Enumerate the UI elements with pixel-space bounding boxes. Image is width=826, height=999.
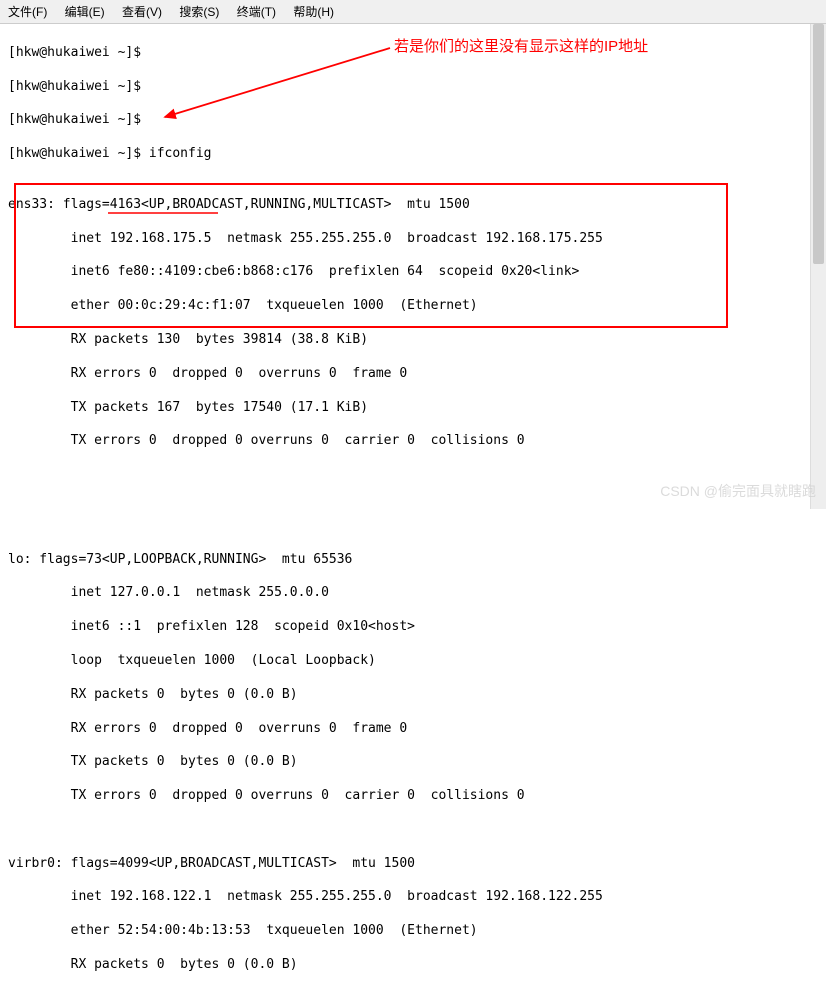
lo-loop: loop txqueuelen 1000 (Local Loopback)	[8, 653, 818, 670]
lo-inet6: inet6 ::1 prefixlen 128 scopeid 0x10<hos…	[8, 619, 818, 636]
virbr0-ether: ether 52:54:00:4b:13:53 txqueuelen 1000 …	[8, 923, 818, 940]
vertical-scrollbar[interactable]	[810, 24, 826, 509]
virbr0-rx-packets: RX packets 0 bytes 0 (0.0 B)	[8, 957, 818, 974]
menubar: 文件(F) 编辑(E) 查看(V) 搜索(S) 终端(T) 帮助(H)	[0, 0, 826, 24]
prompt-line: [hkw@hukaiwei ~]$	[8, 112, 818, 129]
menu-search[interactable]: 搜索(S)	[179, 5, 219, 19]
lo-tx-errors: TX errors 0 dropped 0 overruns 0 carrier…	[8, 788, 818, 805]
ens33-inet6: inet6 fe80::4109:cbe6:b868:c176 prefixle…	[8, 264, 818, 281]
blank-line	[8, 822, 818, 839]
virbr0-flags: virbr0: flags=4099<UP,BROADCAST,MULTICAS…	[8, 856, 818, 873]
prompt-command-ifconfig: [hkw@hukaiwei ~]$ ifconfig	[8, 146, 818, 163]
menu-terminal[interactable]: 终端(T)	[237, 5, 276, 19]
ens33-inet: inet 192.168.175.5 netmask 255.255.255.0…	[8, 231, 818, 248]
menu-view[interactable]: 查看(V)	[122, 5, 162, 19]
ifconfig-output: ens33: flags=4163<UP,BROADCAST,RUNNING,M…	[8, 180, 818, 501]
scrollbar-thumb[interactable]	[813, 24, 824, 264]
watermark: CSDN @偷完面具就瞎跑	[660, 481, 816, 501]
ens33-ether: ether 00:0c:29:4c:f1:07 txqueuelen 1000 …	[8, 298, 818, 315]
prompt-line: [hkw@hukaiwei ~]$	[8, 79, 818, 96]
menu-file[interactable]: 文件(F)	[8, 5, 47, 19]
menu-edit[interactable]: 编辑(E)	[65, 5, 105, 19]
ens33-flags: ens33: flags=4163<UP,BROADCAST,RUNNING,M…	[8, 197, 818, 214]
terminal-area[interactable]: [hkw@hukaiwei ~]$ [hkw@hukaiwei ~]$ [hkw…	[0, 24, 826, 999]
ens33-tx-packets: TX packets 167 bytes 17540 (17.1 KiB)	[8, 400, 818, 417]
blank-line	[8, 518, 818, 535]
virbr0-inet: inet 192.168.122.1 netmask 255.255.255.0…	[8, 889, 818, 906]
lo-tx-packets: TX packets 0 bytes 0 (0.0 B)	[8, 754, 818, 771]
lo-rx-packets: RX packets 0 bytes 0 (0.0 B)	[8, 687, 818, 704]
annotation-text: 若是你们的这里没有显示这样的IP地址	[394, 35, 648, 56]
lo-flags: lo: flags=73<UP,LOOPBACK,RUNNING> mtu 65…	[8, 552, 818, 569]
menu-help[interactable]: 帮助(H)	[293, 5, 334, 19]
lo-rx-errors: RX errors 0 dropped 0 overruns 0 frame 0	[8, 721, 818, 738]
ens33-rx-errors: RX errors 0 dropped 0 overruns 0 frame 0	[8, 366, 818, 383]
ens33-tx-errors: TX errors 0 dropped 0 overruns 0 carrier…	[8, 433, 818, 450]
ens33-rx-packets: RX packets 130 bytes 39814 (38.8 KiB)	[8, 332, 818, 349]
lo-inet: inet 127.0.0.1 netmask 255.0.0.0	[8, 585, 818, 602]
